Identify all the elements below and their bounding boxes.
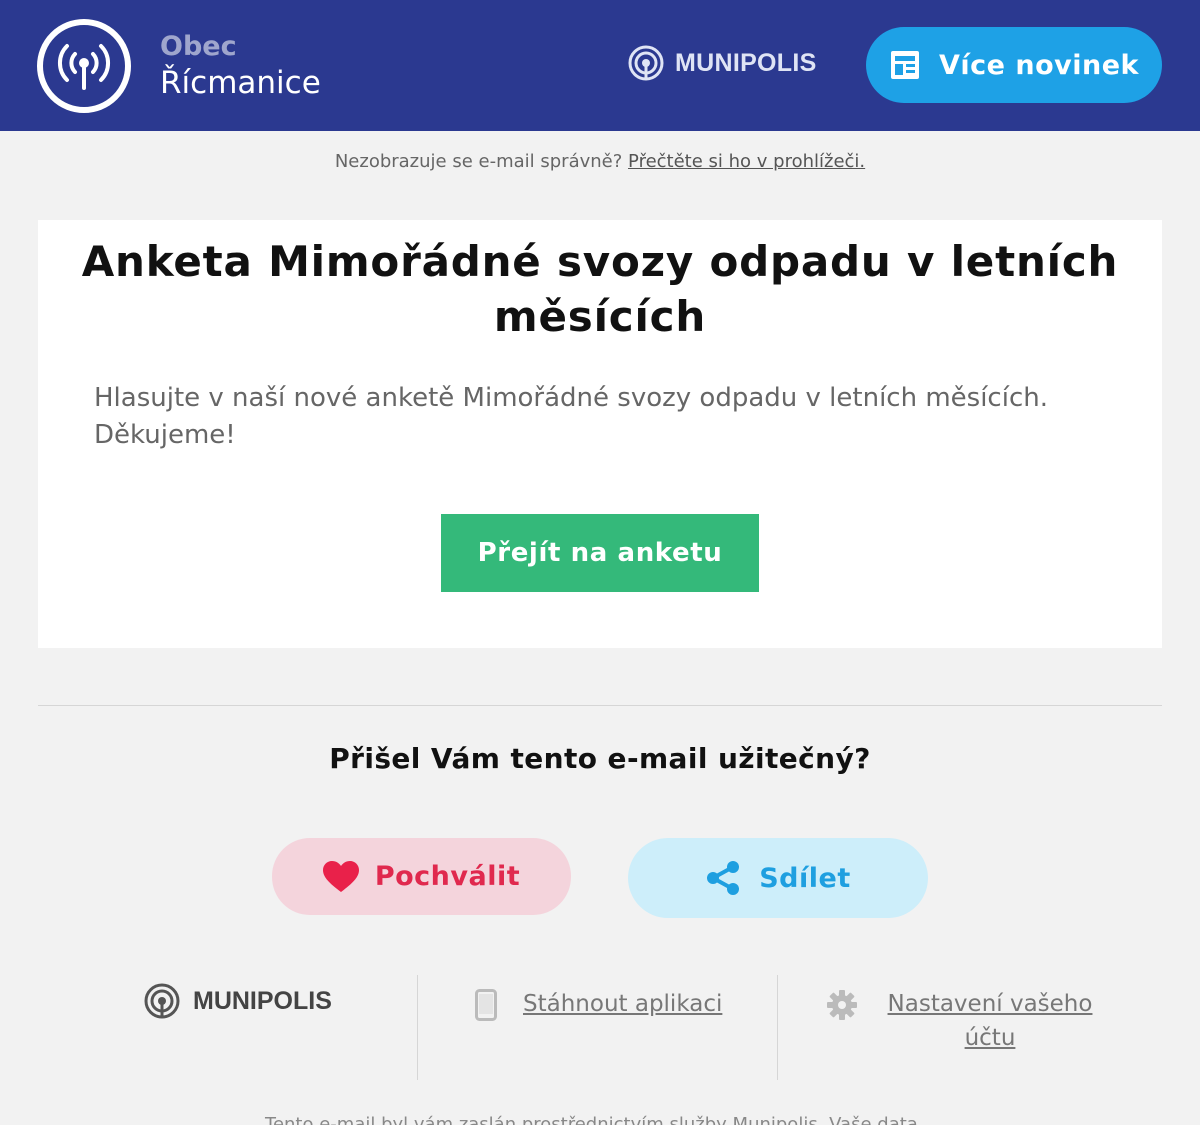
browser-view-notice: Nezobrazuje se e-mail správně? Přečtěte … (0, 151, 1200, 172)
munipolis-signal-icon (144, 983, 180, 1019)
gear-icon (827, 990, 857, 1020)
notice-text: Nezobrazuje se e-mail správně? (334, 151, 623, 172)
munipolis-brand[interactable]: MUNIPOLIS (627, 43, 817, 83)
more-news-button[interactable]: Více novinek (866, 27, 1162, 103)
municipality-prefix: Obec (160, 31, 237, 62)
poll-description: Hlasujte v naší nové anketě Mimořádné sv… (94, 383, 1048, 450)
account-settings-line1: Nastavení vašeho (887, 991, 1093, 1017)
praise-label: Pochválit (374, 861, 521, 892)
section-divider (38, 705, 1162, 706)
account-settings-line2: účtu (964, 1025, 1016, 1051)
praise-button[interactable]: Pochválit (272, 838, 571, 915)
footer-separator (417, 975, 418, 1080)
poll-card: Anketa Mimořádné svozy odpadu v letních … (38, 220, 1162, 648)
go-to-poll-button[interactable]: Přejít na anketu (441, 514, 759, 592)
more-news-label: Více novinek (939, 49, 1139, 81)
account-settings-link[interactable]: Nastavení vašeho účtu (885, 987, 1095, 1055)
newspaper-icon (891, 51, 919, 79)
view-in-browser-link[interactable]: Přečtěte si ho v prohlížeči. (628, 151, 865, 172)
broadcast-antenna-icon (57, 44, 111, 90)
poll-title: Anketa Mimořádné svozy odpadu v letních … (81, 237, 1119, 341)
share-button[interactable]: Sdílet (628, 838, 928, 918)
phone-icon (475, 989, 497, 1021)
municipality-logo[interactable] (37, 19, 131, 113)
email-header: Obec Řícmanice MUNIPOLIS Více novinek (0, 0, 1200, 131)
share-label: Sdílet (759, 862, 851, 894)
share-icon (707, 861, 740, 895)
download-app-link[interactable]: Stáhnout aplikaci (523, 987, 722, 1021)
munipolis-signal-icon (628, 45, 664, 81)
feedback-question: Přišel Vám tento e-mail užitečný? (329, 742, 871, 775)
footer-brand-text: MUNIPOLIS (193, 986, 332, 1015)
footer-disclaimer: Tento e-mail byl vám zaslán prostřednict… (265, 1114, 935, 1125)
munipolis-brand-text: MUNIPOLIS (675, 48, 817, 77)
footer-separator (777, 975, 778, 1080)
footer-munipolis-logo[interactable]: MUNIPOLIS (143, 982, 332, 1020)
municipality-title: Řícmanice (160, 65, 321, 101)
municipality-name: Obec Řícmanice (160, 30, 321, 102)
heart-icon (322, 860, 359, 892)
